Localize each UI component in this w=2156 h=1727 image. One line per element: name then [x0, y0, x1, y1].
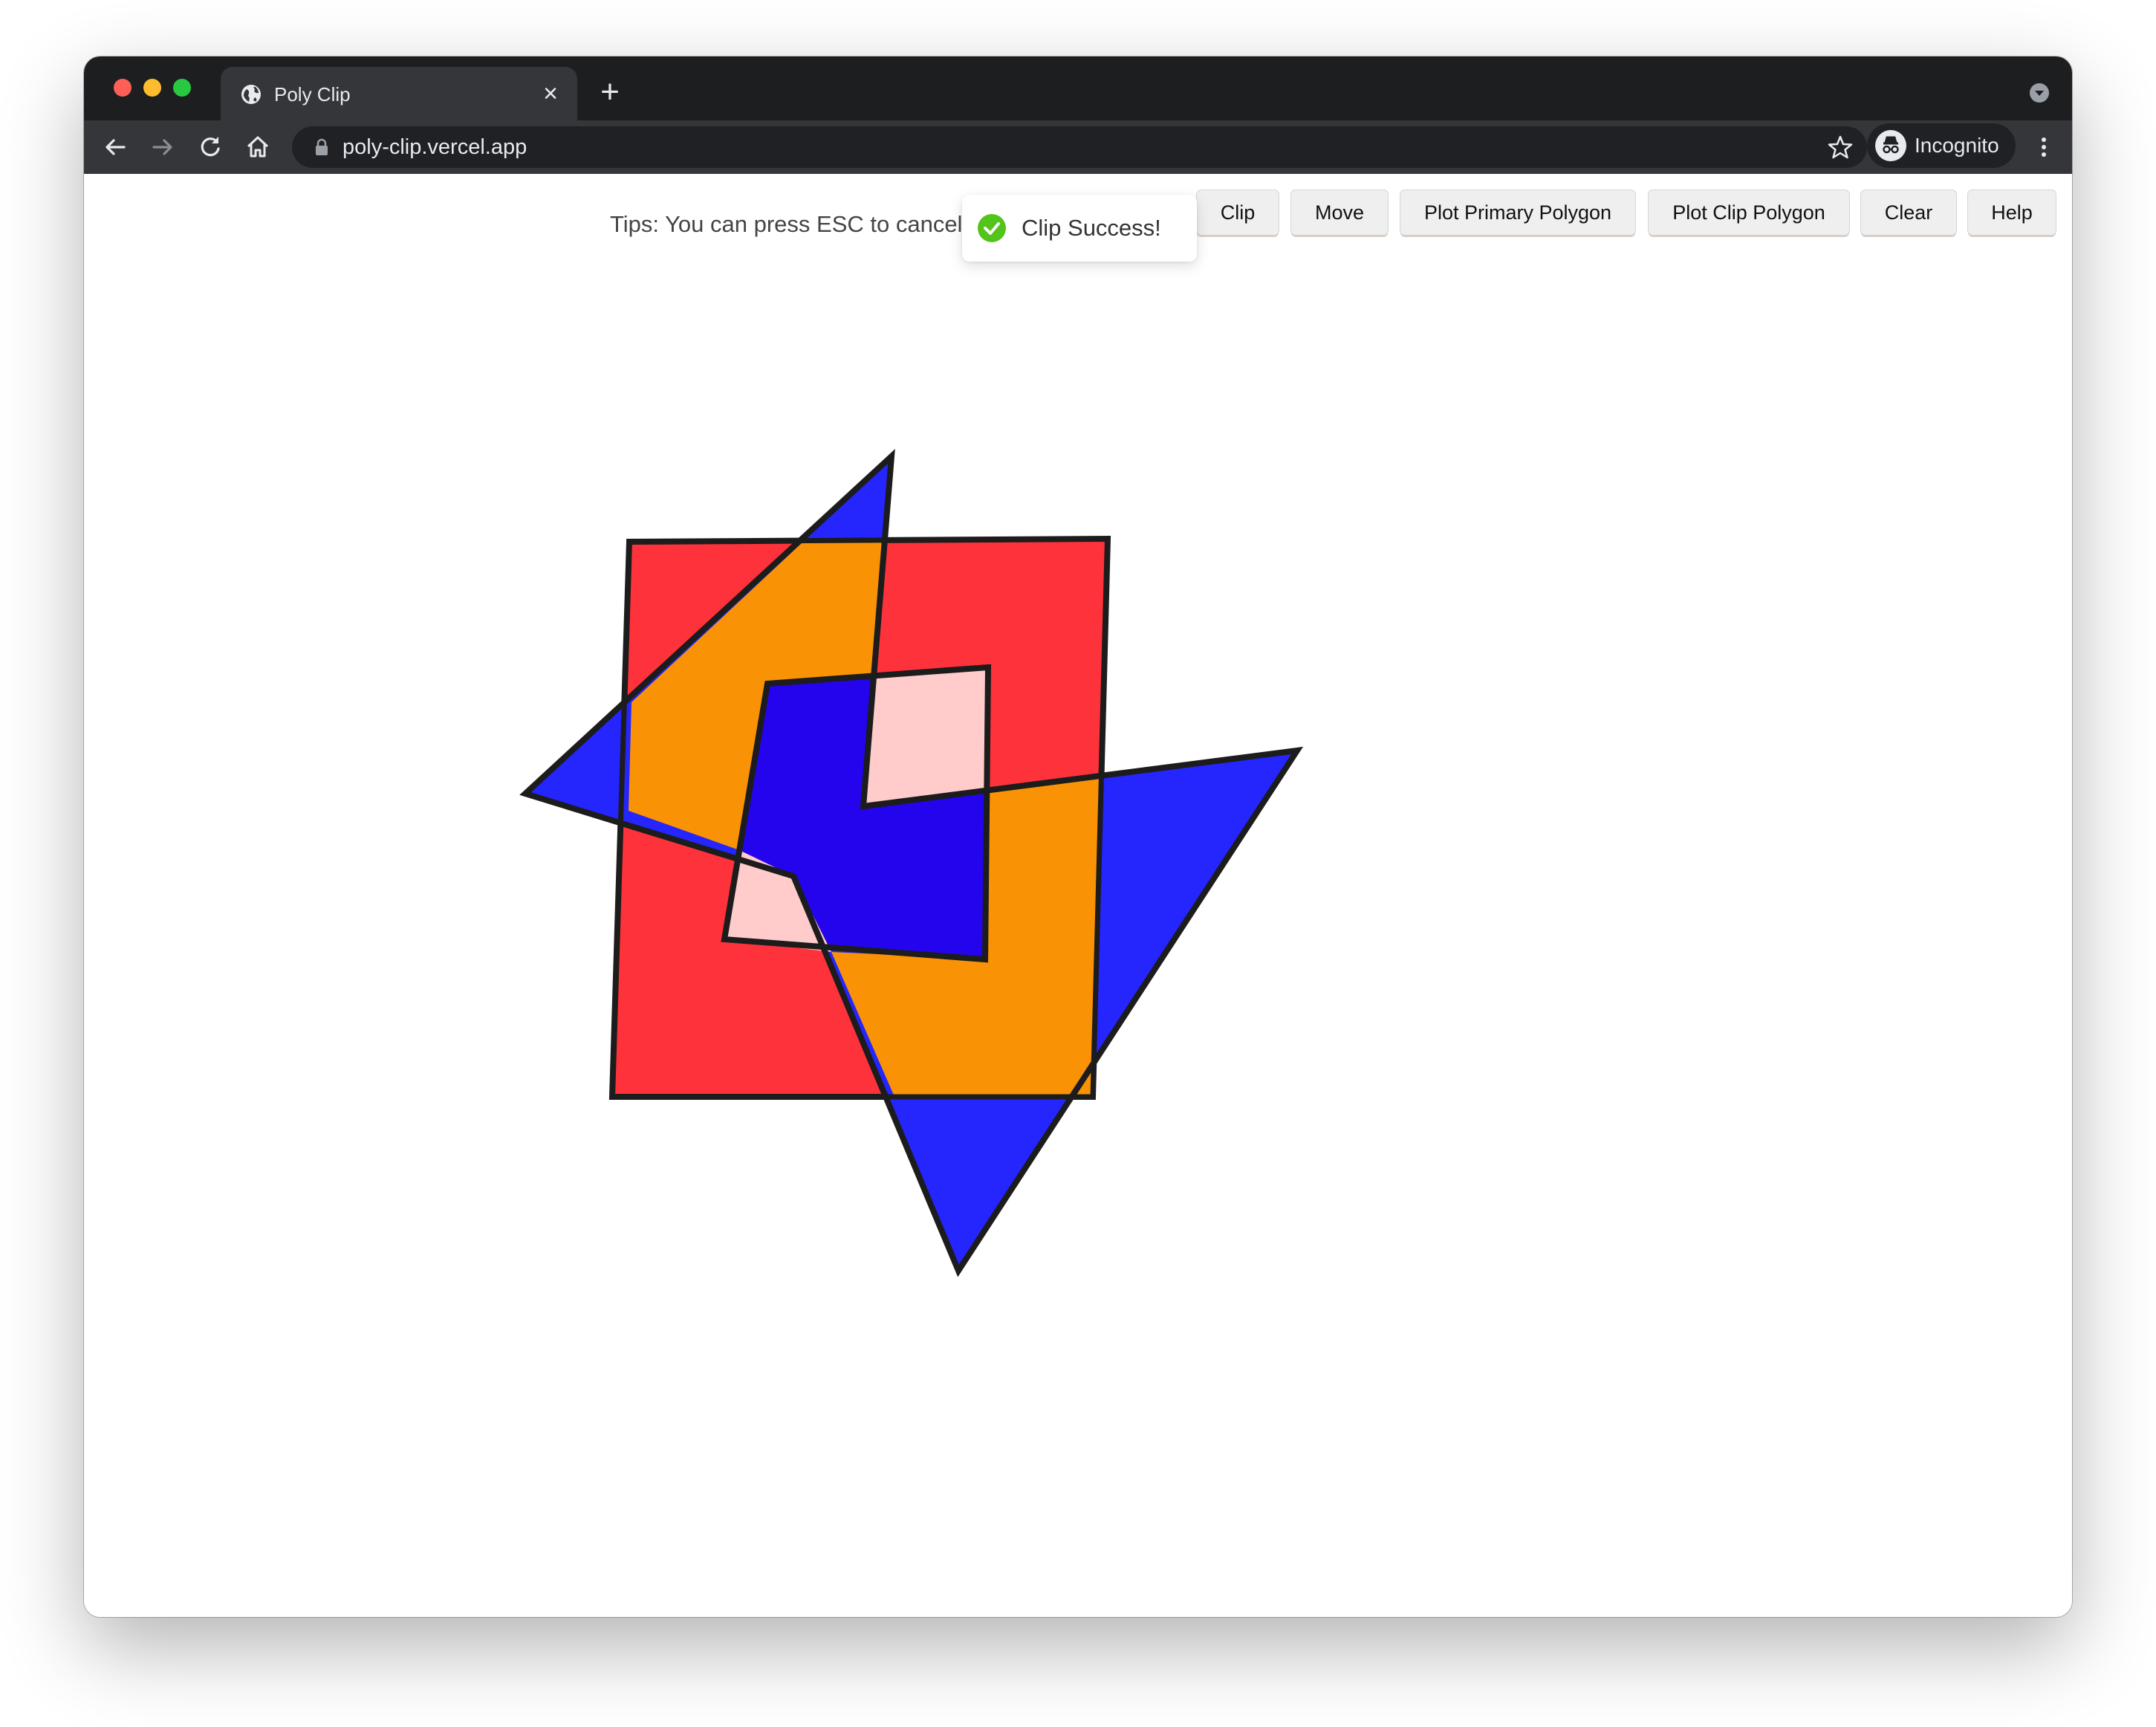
page-content: Tips: You can press ESC to cancel Clip M…: [84, 174, 2072, 1617]
close-window-button[interactable]: [114, 79, 131, 97]
url-text: poly-clip.vercel.app: [342, 135, 527, 159]
plot-clip-polygon-button[interactable]: Plot Clip Polygon: [1649, 190, 1849, 235]
profile-label: Incognito: [1915, 134, 1999, 157]
tab-search-icon[interactable]: [2029, 82, 2050, 103]
clear-button[interactable]: Clear: [1861, 190, 1956, 235]
check-circle-icon: [978, 214, 1006, 242]
tips-text: Tips: You can press ESC to cancel: [610, 211, 963, 237]
zoom-window-button[interactable]: [173, 79, 191, 97]
tab-poly-clip[interactable]: Poly Clip ×: [221, 67, 577, 120]
help-button[interactable]: Help: [1968, 190, 2056, 235]
star-icon[interactable]: [1827, 134, 1854, 161]
drawing-canvas[interactable]: [84, 174, 2072, 1617]
lock-icon: [316, 138, 328, 155]
success-toast: Clip Success!: [962, 195, 1197, 262]
incognito-profile-button[interactable]: Incognito: [1867, 123, 2016, 168]
address-bar[interactable]: poly-clip.vercel.app: [292, 126, 1867, 168]
browser-window: Poly Clip × + poly-clip.vercel.app Incog…: [84, 56, 2072, 1617]
close-icon[interactable]: ×: [537, 80, 564, 107]
back-icon[interactable]: [99, 131, 131, 163]
tab-strip: Poly Clip × +: [84, 56, 2072, 120]
more-vert-icon[interactable]: [2035, 131, 2053, 163]
forward-icon[interactable]: [146, 131, 179, 163]
tab-title: Poly Clip: [274, 83, 351, 106]
browser-toolbar: poly-clip.vercel.app Incognito: [84, 120, 2072, 175]
globe-icon: [241, 85, 261, 104]
incognito-icon: [1875, 130, 1906, 161]
plot-primary-polygon-button[interactable]: Plot Primary Polygon: [1400, 190, 1635, 235]
home-icon[interactable]: [241, 131, 274, 163]
move-button[interactable]: Move: [1291, 190, 1388, 235]
clip-button[interactable]: Clip: [1197, 190, 1279, 235]
hole-region: [863, 667, 988, 806]
toast-message: Clip Success!: [1022, 215, 1161, 241]
reload-icon[interactable]: [194, 131, 227, 163]
minimize-window-button[interactable]: [143, 79, 161, 97]
plus-icon[interactable]: +: [595, 76, 625, 108]
